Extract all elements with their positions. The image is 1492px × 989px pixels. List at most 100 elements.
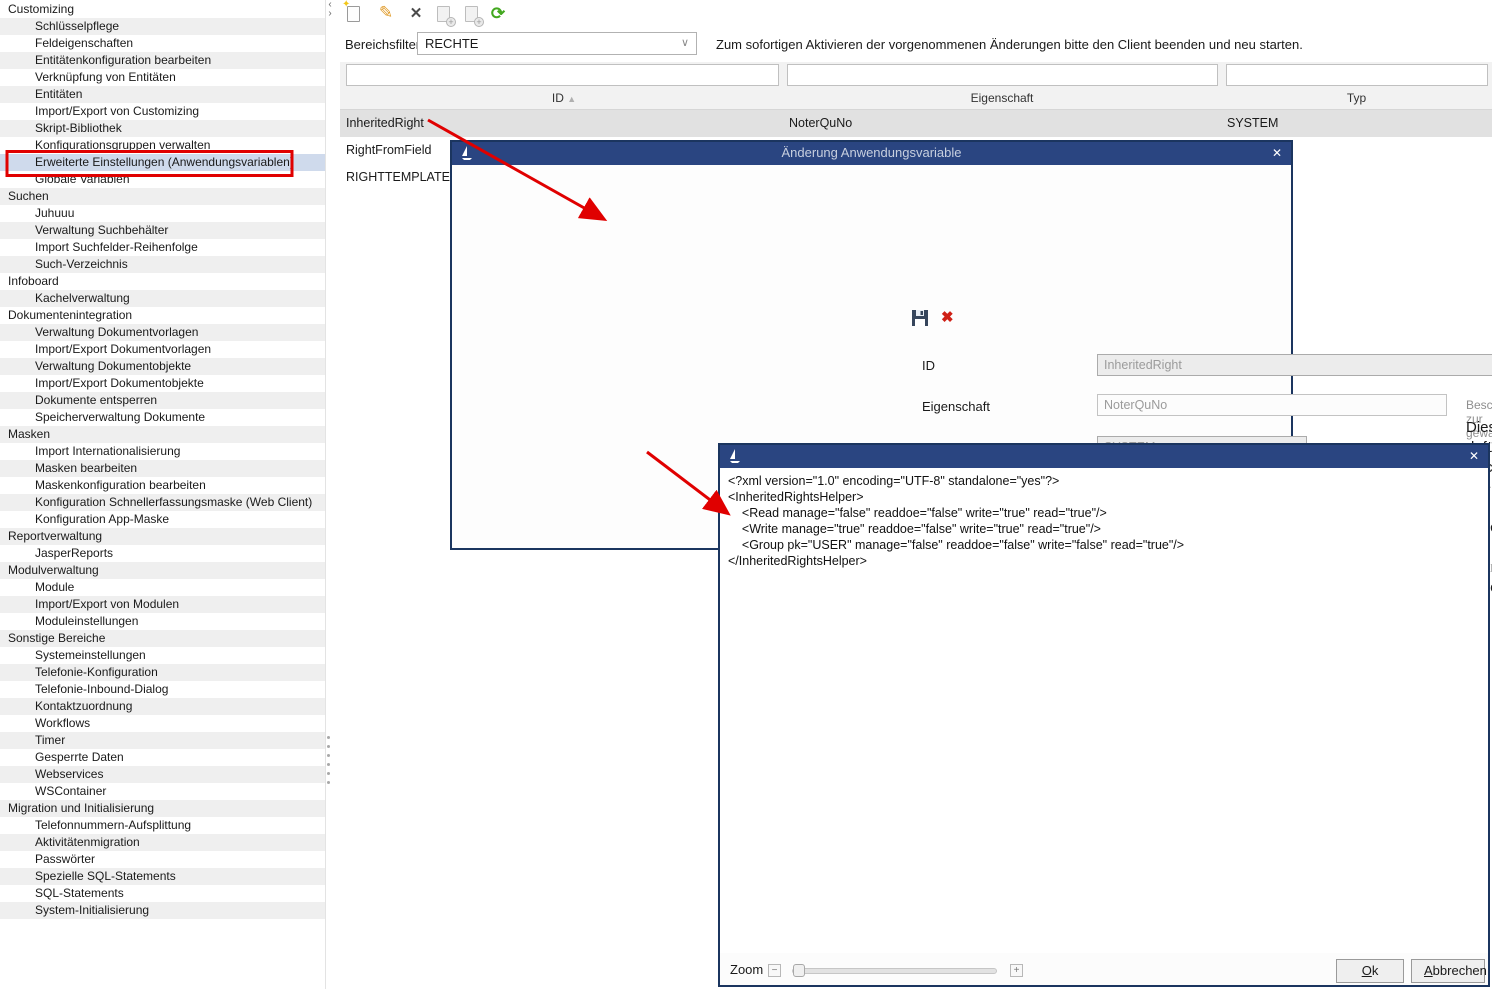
app-window-icon <box>728 449 742 464</box>
zoom-out-button[interactable]: − <box>768 964 781 977</box>
sidebar-item[interactable]: Spezielle SQL-Statements <box>0 868 325 885</box>
sidebar-item[interactable]: Aktivitätenmigration <box>0 834 325 851</box>
sidebar-item[interactable]: Konfigurationsgruppen verwalten <box>0 137 325 154</box>
sidebar-item[interactable]: Import/Export Dokumentobjekte <box>0 375 325 392</box>
sidebar-item[interactable]: Reportverwaltung <box>0 528 325 545</box>
copy-add-button[interactable]: + <box>433 3 455 25</box>
edit-button[interactable]: ✎ <box>375 3 397 25</box>
table-filter-row <box>340 62 1492 88</box>
sidebar-item[interactable]: Suchen <box>0 188 325 205</box>
sidebar-item[interactable]: WSContainer <box>0 783 325 800</box>
zoom-slider-handle[interactable] <box>793 964 805 977</box>
delete-button[interactable]: ✕ <box>405 3 427 25</box>
zoom-label: Zoom <box>730 962 763 977</box>
sidebar-item[interactable]: Infoboard <box>0 273 325 290</box>
sidebar-item[interactable]: Entitätenkonfiguration bearbeiten <box>0 52 325 69</box>
sidebar-item[interactable]: Konfiguration Schnellerfassungsmaske (We… <box>0 494 325 511</box>
sidebar-divider <box>325 0 326 989</box>
close-icon[interactable]: ✕ <box>1469 445 1479 467</box>
sidebar-item[interactable]: SQL-Statements <box>0 885 325 902</box>
sidebar-item[interactable]: Maskenkonfiguration bearbeiten <box>0 477 325 494</box>
table-header: ID ▲ Eigenschaft Typ <box>340 88 1492 110</box>
sidebar-item[interactable]: JasperReports <box>0 545 325 562</box>
sidebar-item[interactable]: Import Internationalisierung <box>0 443 325 460</box>
sidebar-item[interactable]: Import/Export von Customizing <box>0 103 325 120</box>
sidebar-item[interactable]: Passwörter <box>0 851 325 868</box>
duplicate-add-button[interactable]: + <box>461 3 483 25</box>
sidebar-item[interactable]: Import/Export von Modulen <box>0 596 325 613</box>
column-header-typ[interactable]: Typ <box>1221 88 1492 110</box>
cell-id: RightFromField <box>346 137 431 164</box>
sidebar-item[interactable]: Globale Variablen <box>0 171 325 188</box>
sidebar-collapse-icon[interactable]: ‹ › <box>324 0 336 18</box>
zoom-slider-track[interactable] <box>792 968 997 974</box>
xml-editor-content[interactable]: <?xml version="1.0" encoding="UTF-8" sta… <box>728 473 1184 569</box>
table-row[interactable]: InheritedRight NoterQuNo SYSTEM <box>340 110 1492 137</box>
filter-input-typ[interactable] <box>1226 64 1488 86</box>
sidebar-item[interactable]: Systemeinstellungen <box>0 647 325 664</box>
sidebar-item[interactable]: Kontaktzuordnung <box>0 698 325 715</box>
sidebar-item[interactable]: Verwaltung Dokumentobjekte <box>0 358 325 375</box>
sidebar-item[interactable]: Speicherverwaltung Dokumente <box>0 409 325 426</box>
cancel-button[interactable]: Abbrechen <box>1411 959 1485 983</box>
sort-ascending-icon: ▲ <box>567 94 576 104</box>
bereichsfilter-select[interactable]: RECHTE ∨ <box>417 32 697 55</box>
sidebar-item[interactable]: Webservices <box>0 766 325 783</box>
sidebar-tree: CustomizingSchlüsselpflegeFeldeigenschaf… <box>0 1 325 919</box>
sidebar-item[interactable]: Kachelverwaltung <box>0 290 325 307</box>
dialog-titlebar[interactable]: ✕ <box>720 445 1488 468</box>
splitter-handle[interactable] <box>327 736 331 790</box>
sidebar-item[interactable]: System-Initialisierung <box>0 902 325 919</box>
sidebar-item[interactable]: Verknüpfung von Entitäten <box>0 69 325 86</box>
id-select[interactable]: InheritedRight ∨ <box>1097 354 1492 376</box>
sidebar-item[interactable]: Sonstige Bereiche <box>0 630 325 647</box>
sidebar-item[interactable]: Workflows <box>0 715 325 732</box>
sidebar-item[interactable]: Feldeigenschaften <box>0 35 325 52</box>
sidebar-item[interactable]: Erweiterte Einstellungen (Anwendungsvari… <box>0 154 325 171</box>
sidebar-item[interactable]: Timer <box>0 732 325 749</box>
dialog-titlebar[interactable]: Änderung Anwendungsvariable ✕ <box>452 142 1291 165</box>
sidebar-item[interactable]: Verwaltung Suchbehälter <box>0 222 325 239</box>
sidebar-item[interactable]: Modulverwaltung <box>0 562 325 579</box>
sidebar-item[interactable]: Customizing <box>0 1 325 18</box>
sidebar-item[interactable]: Masken <box>0 426 325 443</box>
sidebar-item[interactable]: Such-Verzeichnis <box>0 256 325 273</box>
zoom-in-button[interactable]: + <box>1010 964 1023 977</box>
ok-button[interactable]: Ok <box>1336 959 1404 983</box>
chevron-down-icon: ∨ <box>681 33 689 54</box>
sidebar-item[interactable]: Entitäten <box>0 86 325 103</box>
sidebar-item[interactable]: Dokumente entsperren <box>0 392 325 409</box>
refresh-button[interactable]: ⟳ <box>487 3 509 25</box>
sidebar-item[interactable]: Konfiguration App-Maske <box>0 511 325 528</box>
xml-editor-dialog: ✕ <?xml version="1.0" encoding="UTF-8" s… <box>718 443 1490 987</box>
restart-notice: Zum sofortigen Aktivieren der vorgenomme… <box>716 37 1303 52</box>
sidebar-item[interactable]: Telefonie-Konfiguration <box>0 664 325 681</box>
sidebar-item[interactable]: Import/Export Dokumentvorlagen <box>0 341 325 358</box>
sidebar-item[interactable]: Telefonie-Inbound-Dialog <box>0 681 325 698</box>
sidebar-item[interactable]: Juhuuu <box>0 205 325 222</box>
sidebar-item[interactable]: Moduleinstellungen <box>0 613 325 630</box>
sidebar-item[interactable]: Migration und Initialisierung <box>0 800 325 817</box>
cell-id: InheritedRight <box>346 110 424 137</box>
eigenschaft-input[interactable]: NoterQuNo <box>1097 394 1447 416</box>
sidebar-item[interactable]: Skript-Bibliothek <box>0 120 325 137</box>
column-header-eigenschaft[interactable]: Eigenschaft <box>783 88 1221 110</box>
sidebar-item[interactable]: Verwaltung Dokumentvorlagen <box>0 324 325 341</box>
sidebar-item[interactable]: Masken bearbeiten <box>0 460 325 477</box>
filter-input-eigenschaft[interactable] <box>787 64 1218 86</box>
cell-eigenschaft: NoterQuNo <box>789 110 852 137</box>
sidebar-item[interactable]: Dokumentenintegration <box>0 307 325 324</box>
sidebar-item[interactable]: Gesperrte Daten <box>0 749 325 766</box>
close-icon[interactable]: ✕ <box>1272 142 1282 164</box>
sidebar-item[interactable]: Schlüsselpflege <box>0 18 325 35</box>
sidebar-item[interactable]: Module <box>0 579 325 596</box>
new-star-icon: ✦ <box>342 0 350 10</box>
cancel-icon[interactable]: ✖ <box>941 308 954 326</box>
column-header-id[interactable]: ID ▲ <box>345 88 783 110</box>
save-button[interactable] <box>911 309 929 327</box>
plus-badge-icon: + <box>474 17 484 27</box>
filter-input-id[interactable] <box>346 64 779 86</box>
sidebar-item[interactable]: Import Suchfelder-Reihenfolge <box>0 239 325 256</box>
new-entry-button[interactable]: ✦ <box>343 3 365 25</box>
sidebar-item[interactable]: Telefonnummern-Aufsplittung <box>0 817 325 834</box>
